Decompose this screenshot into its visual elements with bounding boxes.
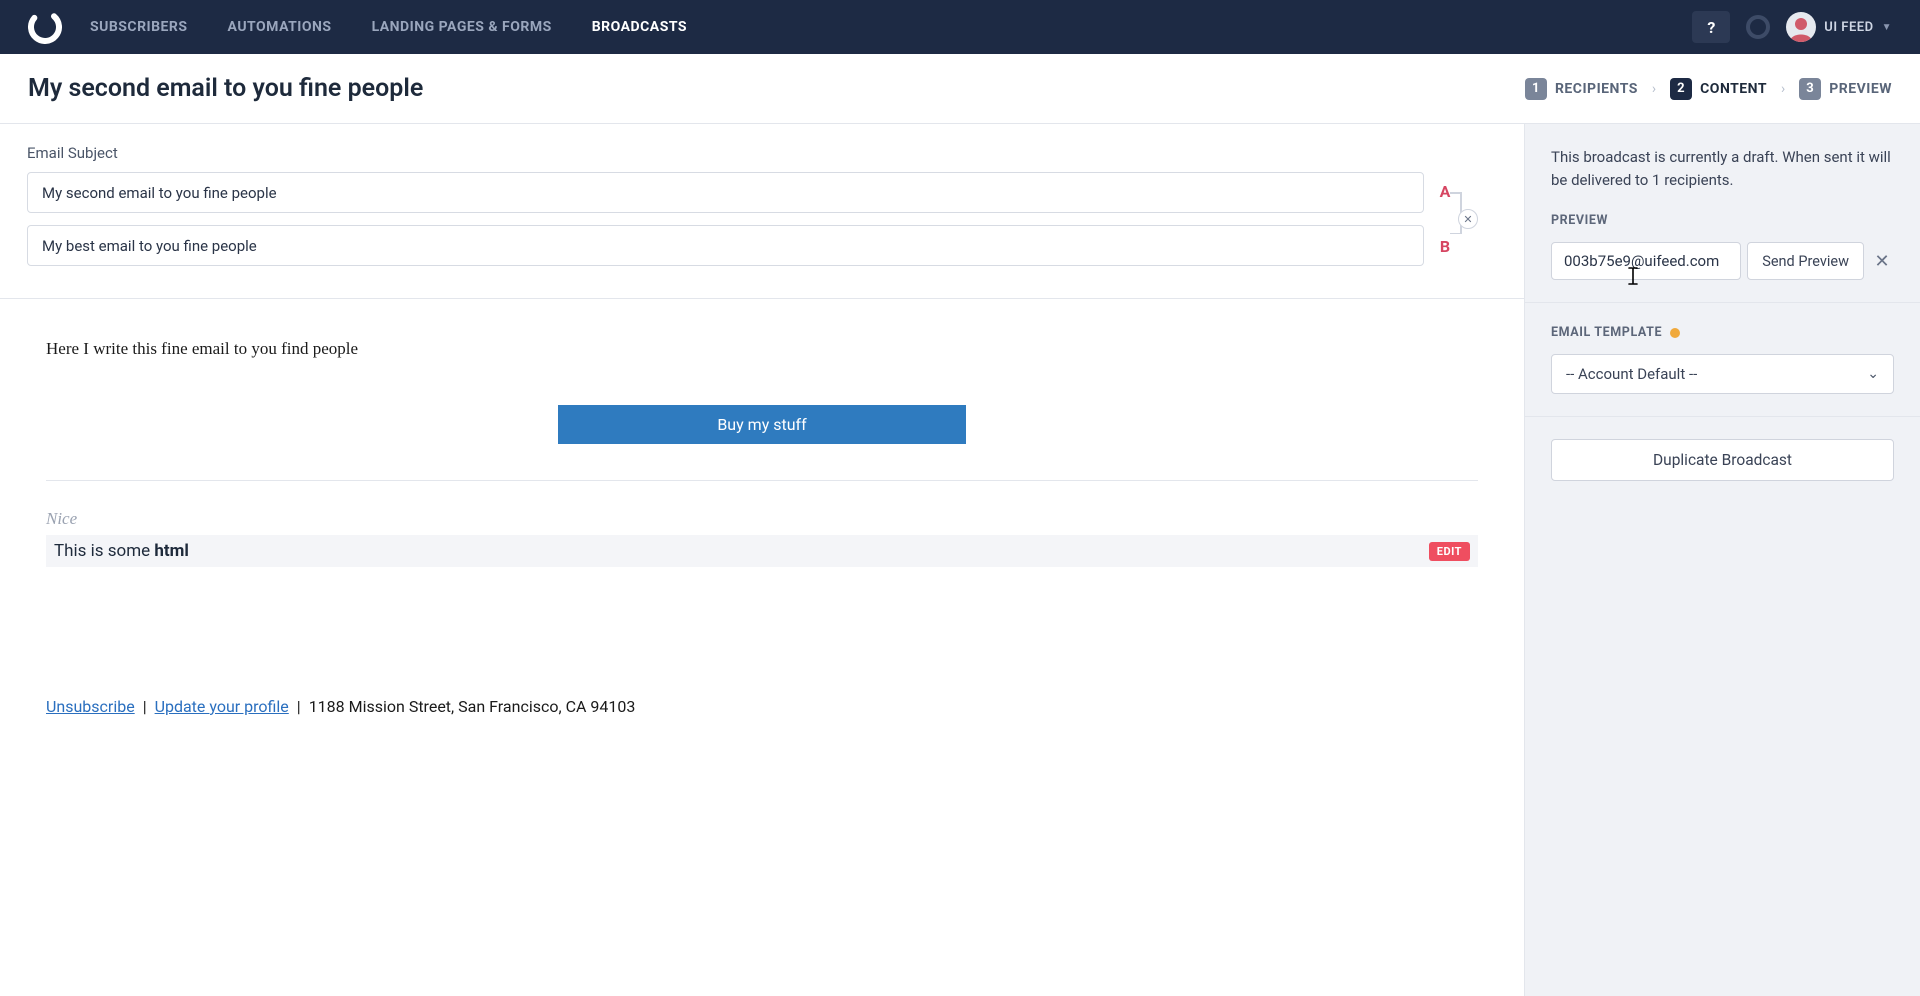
status-ring-icon xyxy=(1746,15,1770,39)
step-number: 1 xyxy=(1525,78,1547,100)
nav-subscribers[interactable]: SUBSCRIBERS xyxy=(90,19,188,35)
preview-heading: PREVIEW xyxy=(1551,213,1894,228)
editor-paragraph[interactable]: Here I write this fine email to you find… xyxy=(46,339,1478,359)
template-heading: EMAIL TEMPLATE xyxy=(1551,325,1894,340)
caret-down-icon: ▼ xyxy=(1882,22,1892,33)
nice-text[interactable]: Nice xyxy=(46,509,1478,529)
user-menu[interactable]: UI FEED ▼ xyxy=(1786,12,1892,42)
help-button[interactable]: ? xyxy=(1692,11,1730,43)
nav-automations[interactable]: AUTOMATIONS xyxy=(228,19,332,35)
nav-broadcasts[interactable]: BROADCASTS xyxy=(592,19,687,35)
email-footer: Unsubscribe | Update your profile | 1188… xyxy=(0,587,1524,747)
chevron-down-icon: ⌄ xyxy=(1867,366,1879,382)
duplicate-broadcast-button[interactable]: Duplicate Broadcast xyxy=(1551,439,1894,481)
step-content[interactable]: 2 CONTENT xyxy=(1670,78,1767,100)
step-label: RECIPIENTS xyxy=(1555,81,1638,97)
content-column: Email Subject A B xyxy=(0,124,1525,996)
email-editor[interactable]: Here I write this fine email to you find… xyxy=(0,299,1524,587)
step-recipients[interactable]: 1 RECIPIENTS xyxy=(1525,78,1638,100)
subject-input-a[interactable] xyxy=(27,172,1424,213)
nav-right: ? UI FEED ▼ xyxy=(1692,11,1892,43)
subject-label: Email Subject xyxy=(27,144,1494,162)
html-block-text: This is some html xyxy=(54,541,189,561)
template-select[interactable]: -- Account Default -- ⌄ xyxy=(1551,354,1894,394)
template-value: -- Account Default -- xyxy=(1566,365,1697,383)
step-number: 3 xyxy=(1799,78,1821,100)
nav-links: SUBSCRIBERS AUTOMATIONS LANDING PAGES & … xyxy=(90,19,687,35)
remove-ab-test-button[interactable]: ✕ xyxy=(1458,209,1478,229)
update-profile-link[interactable]: Update your profile xyxy=(155,697,289,716)
nav-landing-pages-forms[interactable]: LANDING PAGES & FORMS xyxy=(372,19,552,35)
subject-input-b[interactable] xyxy=(27,225,1424,266)
draft-status-text: This broadcast is currently a draft. Whe… xyxy=(1551,146,1894,191)
variant-a-label: A xyxy=(1438,182,1452,201)
page-title: My second email to you fine people xyxy=(28,74,1509,103)
step-label: CONTENT xyxy=(1700,81,1767,97)
chevron-right-icon: › xyxy=(1652,81,1656,97)
subject-block: Email Subject A B xyxy=(0,124,1524,299)
avatar xyxy=(1786,12,1816,42)
cta-button[interactable]: Buy my stuff xyxy=(558,405,966,444)
html-block[interactable]: This is some html EDIT xyxy=(46,535,1478,567)
send-preview-button[interactable]: Send Preview xyxy=(1747,242,1864,280)
sidebar: This broadcast is currently a draft. Whe… xyxy=(1525,124,1920,996)
wizard-steps: 1 RECIPIENTS › 2 CONTENT › 3 PREVIEW xyxy=(1525,78,1892,100)
chevron-right-icon: › xyxy=(1781,81,1785,97)
sub-header: My second email to you fine people 1 REC… xyxy=(0,54,1920,124)
status-dot-icon xyxy=(1670,328,1680,338)
footer-address: 1188 Mission Street, San Francisco, CA 9… xyxy=(309,697,636,716)
step-label: PREVIEW xyxy=(1829,81,1892,97)
main: Email Subject A B xyxy=(0,124,1920,996)
close-preview-icon[interactable]: ✕ xyxy=(1870,251,1894,272)
top-nav: SUBSCRIBERS AUTOMATIONS LANDING PAGES & … xyxy=(0,0,1920,54)
logo-icon[interactable] xyxy=(28,10,62,44)
step-preview[interactable]: 3 PREVIEW xyxy=(1799,78,1892,100)
preview-email-input[interactable] xyxy=(1551,242,1741,280)
edit-html-button[interactable]: EDIT xyxy=(1429,542,1470,561)
user-label: UI FEED xyxy=(1824,20,1873,35)
editor-divider xyxy=(46,480,1478,481)
step-number: 2 xyxy=(1670,78,1692,100)
variant-b-label: B xyxy=(1438,237,1452,256)
unsubscribe-link[interactable]: Unsubscribe xyxy=(46,697,135,716)
